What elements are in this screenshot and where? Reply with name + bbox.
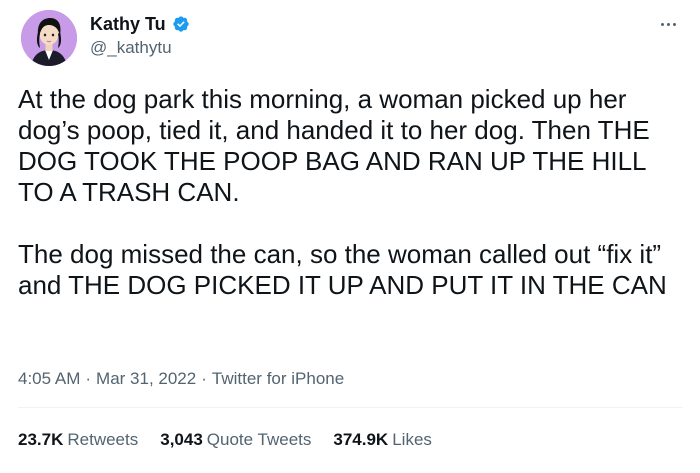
meta-separator: ·: [85, 369, 92, 388]
divider: [18, 407, 683, 408]
tweet-text: At the dog park this morning, a woman pi…: [18, 84, 683, 301]
tweet: Kathy Tu @_kathytu At the dog park this …: [0, 0, 700, 473]
avatar[interactable]: [21, 10, 77, 66]
more-options-icon[interactable]: [653, 14, 683, 34]
likes-label: Likes: [392, 430, 432, 449]
tweet-stats: 23.7K Retweets 3,043 Quote Tweets 374.9K Li…: [18, 429, 432, 451]
likes-stat[interactable]: 374.9K Likes: [333, 429, 432, 451]
tweet-paragraph: The dog missed the can, so the woman cal…: [18, 239, 667, 300]
meta-separator: ·: [201, 369, 207, 388]
verified-badge-icon: [172, 15, 190, 33]
retweets-count: 23.7K: [18, 430, 64, 449]
retweets-label: Retweets: [67, 430, 139, 449]
author-handle[interactable]: @_kathytu: [90, 37, 172, 59]
tweet-date[interactable]: Mar 31, 2022: [96, 368, 196, 390]
tweet-source[interactable]: Twitter for iPhone: [212, 368, 344, 390]
tweet-meta: 4:05 AM · Mar 31, 2022 · Twitter for iPh…: [18, 368, 344, 390]
quote-tweets-label: Quote Tweets: [206, 430, 312, 449]
author-name-row: Kathy Tu: [90, 13, 190, 35]
likes-count: 374.9K: [333, 430, 389, 449]
avatar-illustration: [21, 10, 77, 66]
quote-tweets-count: 3,043: [160, 430, 203, 449]
author-display-name[interactable]: Kathy Tu: [90, 13, 166, 35]
tweet-paragraph: At the dog park this morning, a woman pi…: [18, 84, 650, 207]
quote-tweets-stat[interactable]: 3,043 Quote Tweets: [160, 429, 311, 451]
tweet-time[interactable]: 4:05 AM: [18, 368, 80, 390]
retweets-stat[interactable]: 23.7K Retweets: [18, 429, 138, 451]
